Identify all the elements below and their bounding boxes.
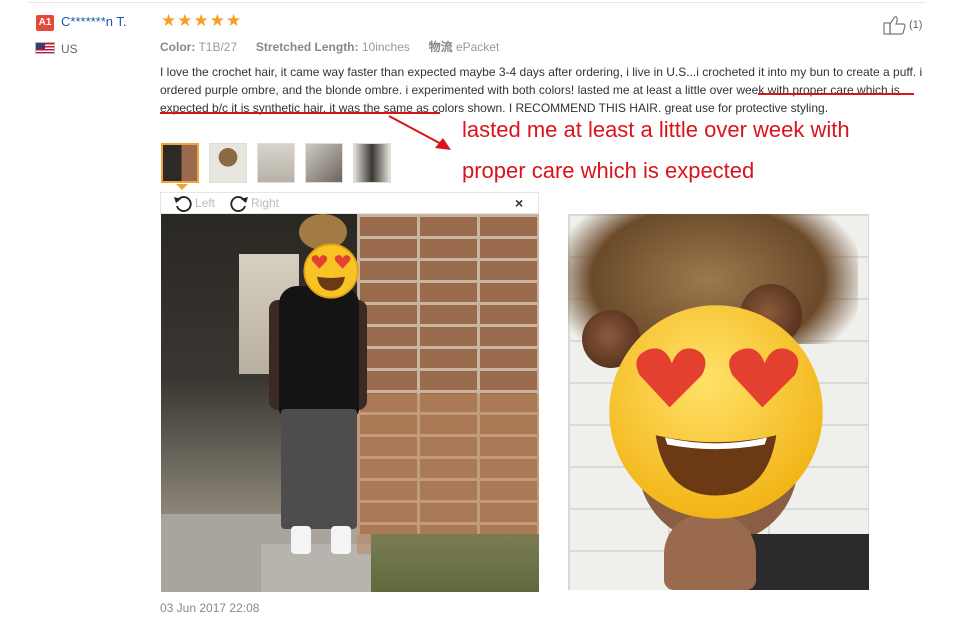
thumbnail-2[interactable]: [209, 143, 247, 183]
review-date: 03 Jun 2017 22:08: [160, 601, 260, 615]
rotate-right-label: Right: [251, 196, 280, 210]
reviewer-country: US: [61, 42, 78, 56]
length-label: Stretched Length:: [255, 40, 359, 54]
heart-eyes-emoji-icon: [609, 305, 823, 519]
star-rating: ★ ★ ★ ★ ★: [161, 12, 241, 30]
photo-thumbnails: [161, 143, 391, 183]
thumbnail-5[interactable]: [353, 143, 391, 183]
star-icon: ★: [161, 11, 177, 30]
thumbnail-4[interactable]: [305, 143, 343, 183]
star-icon: ★: [209, 11, 225, 30]
star-icon: ★: [177, 11, 193, 30]
thumbnail-pointer: [176, 184, 188, 190]
review-photo-second: [568, 214, 869, 590]
annotation-text-line1: lasted me at least a little over week wi…: [462, 117, 850, 142]
shipping-value: ePacket: [455, 40, 500, 54]
heart-eyes-emoji-icon: [303, 243, 359, 299]
thumbnail-1[interactable]: [161, 143, 199, 183]
rotate-left-button[interactable]: Left: [173, 194, 215, 212]
review-text: I love the crochet hair, it came way fas…: [160, 63, 926, 117]
highlight-underline: [758, 93, 914, 95]
rotate-right-icon: [230, 196, 248, 212]
star-icon: ★: [226, 11, 242, 30]
annotation-text-line2: proper care which is expected: [462, 158, 755, 183]
top-divider: [28, 2, 926, 3]
rotate-right-button[interactable]: Right: [229, 194, 279, 212]
helpful-count: (1): [909, 19, 923, 31]
rotate-left-label: Left: [195, 196, 216, 210]
color-label: Color:: [160, 40, 196, 54]
reviewer-level-badge: A1: [36, 15, 54, 31]
product-attributes: Color: T1B/27 Stretched Length: 10inches…: [160, 38, 499, 55]
close-viewer-button[interactable]: ×: [515, 195, 523, 211]
thumbs-up-icon: [883, 16, 906, 35]
us-flag-icon: [35, 42, 55, 54]
review-photo-large: [161, 214, 539, 592]
color-value: T1B/27: [198, 40, 238, 54]
length-value: 10inches: [361, 40, 410, 54]
thumbnail-3[interactable]: [257, 143, 295, 183]
rotate-left-icon: [174, 196, 192, 212]
shipping-label: 物流: [428, 40, 453, 54]
annotation-arrow-icon: [388, 115, 451, 150]
helpful-button[interactable]: (1): [883, 15, 922, 35]
reviewer-name[interactable]: C*******n T.: [61, 14, 127, 29]
star-icon: ★: [193, 11, 209, 30]
image-viewer-toolbar: Left Right ×: [160, 192, 539, 214]
